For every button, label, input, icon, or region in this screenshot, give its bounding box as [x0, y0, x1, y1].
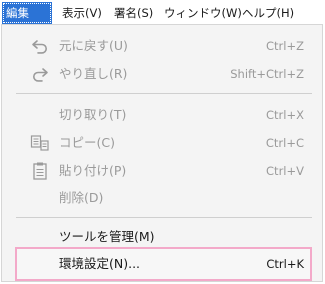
cut-label: 切り取り(T) — [59, 107, 127, 122]
copy-shortcut: Ctrl+C — [265, 136, 304, 150]
cut-shortcut: Ctrl+X — [266, 108, 304, 122]
menu-help[interactable]: ヘルプ(H) — [238, 2, 298, 24]
menu-separator — [16, 217, 312, 218]
redo-icon — [28, 62, 52, 86]
menu-edit[interactable]: 編集 (E) — [2, 2, 52, 42]
copy-label: コピー(C) — [59, 135, 115, 150]
menu-item-undo[interactable]: 元に戻す(U) Ctrl+Z — [2, 34, 322, 58]
menu-view[interactable]: 表示(V) — [58, 2, 106, 24]
menu-item-delete[interactable]: 削除(D) — [2, 186, 322, 210]
delete-label: 削除(D) — [59, 190, 104, 205]
menu-separator — [16, 93, 312, 94]
preferences-shortcut: Ctrl+K — [266, 257, 304, 271]
edit-dropdown-menu: 元に戻す(U) Ctrl+Z やり直し(R) Shift+Ctrl+Z 切り取り… — [1, 24, 323, 282]
manage-tools-label: ツールを管理(M) — [59, 229, 155, 244]
menu-item-paste[interactable]: 貼り付け(P) Ctrl+V — [2, 159, 322, 183]
redo-label: やり直し(R) — [59, 66, 128, 81]
paste-shortcut: Ctrl+V — [266, 164, 304, 178]
menu-item-copy[interactable]: コピー(C) Ctrl+C — [2, 131, 322, 155]
undo-label: 元に戻す(U) — [59, 38, 128, 53]
undo-shortcut: Ctrl+Z — [266, 39, 304, 53]
undo-icon — [28, 34, 52, 58]
menu-item-preferences[interactable]: 環境設定(N)... Ctrl+K — [2, 252, 322, 276]
paste-icon — [28, 159, 52, 183]
menu-sign[interactable]: 署名(S) — [110, 2, 157, 24]
menu-item-manage-tools[interactable]: ツールを管理(M) — [2, 225, 322, 249]
menu-item-cut[interactable]: 切り取り(T) Ctrl+X — [2, 103, 322, 127]
menu-window[interactable]: ウィンドウ(W) — [160, 2, 246, 24]
menu-bar: 編集 (E) 表示(V) 署名(S) ウィンドウ(W) ヘルプ(H) — [0, 0, 325, 42]
copy-icon — [28, 131, 52, 155]
preferences-label: 環境設定(N)... — [59, 256, 141, 271]
redo-shortcut: Shift+Ctrl+Z — [230, 67, 304, 81]
paste-label: 貼り付け(P) — [59, 163, 127, 178]
menu-item-redo[interactable]: やり直し(R) Shift+Ctrl+Z — [2, 62, 322, 86]
